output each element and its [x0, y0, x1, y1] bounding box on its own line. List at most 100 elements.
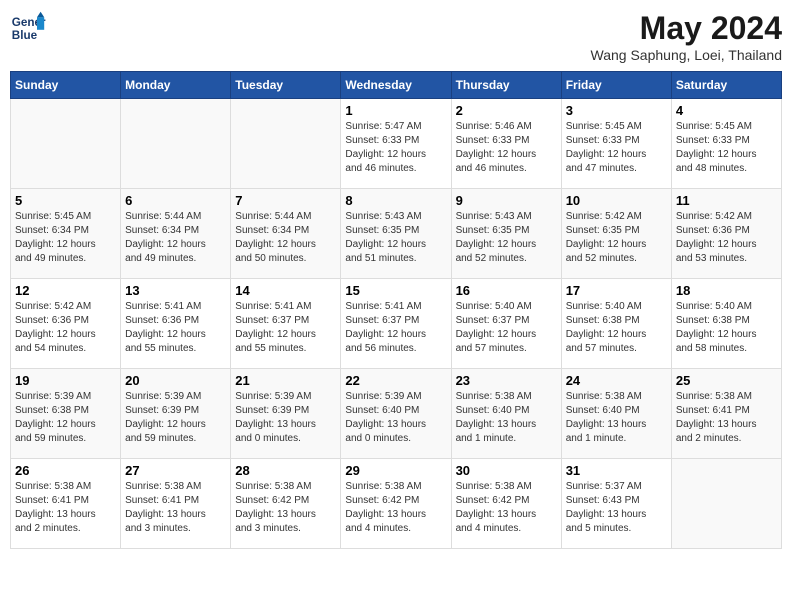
day-number: 20 [125, 373, 226, 388]
day-number: 31 [566, 463, 667, 478]
day-number: 7 [235, 193, 336, 208]
day-number: 25 [676, 373, 777, 388]
header-saturday: Saturday [671, 72, 781, 99]
calendar-cell-4-4: 30 Sunrise: 5:38 AM Sunset: 6:42 PM Dayli… [451, 459, 561, 549]
day-number: 22 [345, 373, 446, 388]
svg-text:Blue: Blue [12, 29, 38, 42]
page-header: General Blue May 2024 Wang Saphung, Loei… [10, 10, 782, 63]
day-number: 14 [235, 283, 336, 298]
day-info: Sunrise: 5:40 AM Sunset: 6:38 PM Dayligh… [676, 300, 777, 356]
calendar-cell-3-4: 23 Sunrise: 5:38 AM Sunset: 6:40 PM Dayli… [451, 369, 561, 459]
calendar-cell-4-0: 26 Sunrise: 5:38 AM Sunset: 6:41 PM Dayli… [11, 459, 121, 549]
day-info: Sunrise: 5:47 AM Sunset: 6:33 PM Dayligh… [345, 120, 446, 176]
day-info: Sunrise: 5:43 AM Sunset: 6:35 PM Dayligh… [345, 210, 446, 266]
day-number: 1 [345, 103, 446, 118]
day-number: 29 [345, 463, 446, 478]
day-number: 6 [125, 193, 226, 208]
calendar-cell-2-0: 12 Sunrise: 5:42 AM Sunset: 6:36 PM Dayli… [11, 279, 121, 369]
day-number: 27 [125, 463, 226, 478]
day-info: Sunrise: 5:38 AM Sunset: 6:40 PM Dayligh… [456, 390, 557, 446]
day-number: 10 [566, 193, 667, 208]
day-number: 12 [15, 283, 116, 298]
calendar-cell-0-2 [231, 99, 341, 189]
day-info: Sunrise: 5:41 AM Sunset: 6:37 PM Dayligh… [235, 300, 336, 356]
calendar-cell-2-4: 16 Sunrise: 5:40 AM Sunset: 6:37 PM Dayli… [451, 279, 561, 369]
day-info: Sunrise: 5:39 AM Sunset: 6:39 PM Dayligh… [235, 390, 336, 446]
calendar-cell-2-1: 13 Sunrise: 5:41 AM Sunset: 6:36 PM Dayli… [121, 279, 231, 369]
calendar-cell-4-5: 31 Sunrise: 5:37 AM Sunset: 6:43 PM Dayli… [561, 459, 671, 549]
day-number: 4 [676, 103, 777, 118]
day-info: Sunrise: 5:42 AM Sunset: 6:36 PM Dayligh… [676, 210, 777, 266]
day-number: 30 [456, 463, 557, 478]
calendar-cell-4-6 [671, 459, 781, 549]
day-info: Sunrise: 5:39 AM Sunset: 6:39 PM Dayligh… [125, 390, 226, 446]
day-info: Sunrise: 5:46 AM Sunset: 6:33 PM Dayligh… [456, 120, 557, 176]
calendar-cell-1-6: 11 Sunrise: 5:42 AM Sunset: 6:36 PM Dayli… [671, 189, 781, 279]
calendar-cell-0-6: 4 Sunrise: 5:45 AM Sunset: 6:33 PM Daylig… [671, 99, 781, 189]
calendar-cell-3-5: 24 Sunrise: 5:38 AM Sunset: 6:40 PM Dayli… [561, 369, 671, 459]
day-number: 21 [235, 373, 336, 388]
day-info: Sunrise: 5:38 AM Sunset: 6:40 PM Dayligh… [566, 390, 667, 446]
calendar-cell-3-0: 19Sunrise: 5:39 AM Sunset: 6:38 PM Dayli… [11, 369, 121, 459]
day-info: Sunrise: 5:42 AM Sunset: 6:35 PM Dayligh… [566, 210, 667, 266]
calendar-cell-0-3: 1 Sunrise: 5:47 AM Sunset: 6:33 PM Daylig… [341, 99, 451, 189]
header-thursday: Thursday [451, 72, 561, 99]
calendar-cell-0-1 [121, 99, 231, 189]
day-info: Sunrise: 5:37 AM Sunset: 6:43 PM Dayligh… [566, 480, 667, 536]
week-row-4: 19Sunrise: 5:39 AM Sunset: 6:38 PM Dayli… [11, 369, 782, 459]
day-info: Sunrise: 5:40 AM Sunset: 6:37 PM Dayligh… [456, 300, 557, 356]
day-info: Sunrise: 5:43 AM Sunset: 6:35 PM Dayligh… [456, 210, 557, 266]
calendar-cell-0-5: 3Sunrise: 5:45 AM Sunset: 6:33 PM Daylig… [561, 99, 671, 189]
logo: General Blue [10, 10, 46, 46]
day-number: 19 [15, 373, 116, 388]
day-info: Sunrise: 5:39 AM Sunset: 6:40 PM Dayligh… [345, 390, 446, 446]
month-title: May 2024 [591, 10, 782, 47]
day-info: Sunrise: 5:44 AM Sunset: 6:34 PM Dayligh… [125, 210, 226, 266]
header-friday: Friday [561, 72, 671, 99]
day-number: 9 [456, 193, 557, 208]
day-info: Sunrise: 5:38 AM Sunset: 6:42 PM Dayligh… [456, 480, 557, 536]
calendar-cell-1-3: 8 Sunrise: 5:43 AM Sunset: 6:35 PM Daylig… [341, 189, 451, 279]
calendar-cell-3-3: 22 Sunrise: 5:39 AM Sunset: 6:40 PM Dayli… [341, 369, 451, 459]
calendar-cell-4-2: 28Sunrise: 5:38 AM Sunset: 6:42 PM Dayli… [231, 459, 341, 549]
day-info: Sunrise: 5:41 AM Sunset: 6:37 PM Dayligh… [345, 300, 446, 356]
day-number: 24 [566, 373, 667, 388]
logo-icon: General Blue [10, 10, 46, 46]
day-info: Sunrise: 5:42 AM Sunset: 6:36 PM Dayligh… [15, 300, 116, 356]
week-row-2: 5 Sunrise: 5:45 AM Sunset: 6:34 PM Daylig… [11, 189, 782, 279]
calendar-cell-1-1: 6 Sunrise: 5:44 AM Sunset: 6:34 PM Daylig… [121, 189, 231, 279]
calendar-cell-2-5: 17Sunrise: 5:40 AM Sunset: 6:38 PM Dayli… [561, 279, 671, 369]
day-number: 23 [456, 373, 557, 388]
calendar-cell-1-4: 9 Sunrise: 5:43 AM Sunset: 6:35 PM Daylig… [451, 189, 561, 279]
title-section: May 2024 Wang Saphung, Loei, Thailand [591, 10, 782, 63]
calendar-cell-2-6: 18Sunrise: 5:40 AM Sunset: 6:38 PM Dayli… [671, 279, 781, 369]
day-number: 17 [566, 283, 667, 298]
day-number: 5 [15, 193, 116, 208]
week-row-1: 1 Sunrise: 5:47 AM Sunset: 6:33 PM Daylig… [11, 99, 782, 189]
day-number: 13 [125, 283, 226, 298]
header-wednesday: Wednesday [341, 72, 451, 99]
day-info: Sunrise: 5:38 AM Sunset: 6:41 PM Dayligh… [15, 480, 116, 536]
week-row-5: 26 Sunrise: 5:38 AM Sunset: 6:41 PM Dayli… [11, 459, 782, 549]
day-info: Sunrise: 5:38 AM Sunset: 6:41 PM Dayligh… [125, 480, 226, 536]
day-number: 26 [15, 463, 116, 478]
day-info: Sunrise: 5:38 AM Sunset: 6:42 PM Dayligh… [235, 480, 336, 536]
day-number: 8 [345, 193, 446, 208]
calendar-cell-1-5: 10 Sunrise: 5:42 AM Sunset: 6:35 PM Dayli… [561, 189, 671, 279]
day-info: Sunrise: 5:41 AM Sunset: 6:36 PM Dayligh… [125, 300, 226, 356]
calendar-cell-0-0 [11, 99, 121, 189]
calendar-cell-4-3: 29 Sunrise: 5:38 AM Sunset: 6:42 PM Dayli… [341, 459, 451, 549]
calendar-cell-2-2: 14 Sunrise: 5:41 AM Sunset: 6:37 PM Dayli… [231, 279, 341, 369]
day-info: Sunrise: 5:45 AM Sunset: 6:34 PM Dayligh… [15, 210, 116, 266]
day-number: 11 [676, 193, 777, 208]
day-info: Sunrise: 5:45 AM Sunset: 6:33 PM Dayligh… [676, 120, 777, 176]
day-info: Sunrise: 5:38 AM Sunset: 6:42 PM Dayligh… [345, 480, 446, 536]
day-number: 16 [456, 283, 557, 298]
day-info: Sunrise: 5:44 AM Sunset: 6:34 PM Dayligh… [235, 210, 336, 266]
day-info: Sunrise: 5:38 AM Sunset: 6:41 PM Dayligh… [676, 390, 777, 446]
day-info: Sunrise: 5:45 AM Sunset: 6:33 PM Dayligh… [566, 120, 667, 176]
calendar-cell-2-3: 15Sunrise: 5:41 AM Sunset: 6:37 PM Dayli… [341, 279, 451, 369]
calendar-table: Sunday Monday Tuesday Wednesday Thursday… [10, 71, 782, 549]
calendar-cell-1-0: 5 Sunrise: 5:45 AM Sunset: 6:34 PM Daylig… [11, 189, 121, 279]
calendar-cell-0-4: 2Sunrise: 5:46 AM Sunset: 6:33 PM Daylig… [451, 99, 561, 189]
